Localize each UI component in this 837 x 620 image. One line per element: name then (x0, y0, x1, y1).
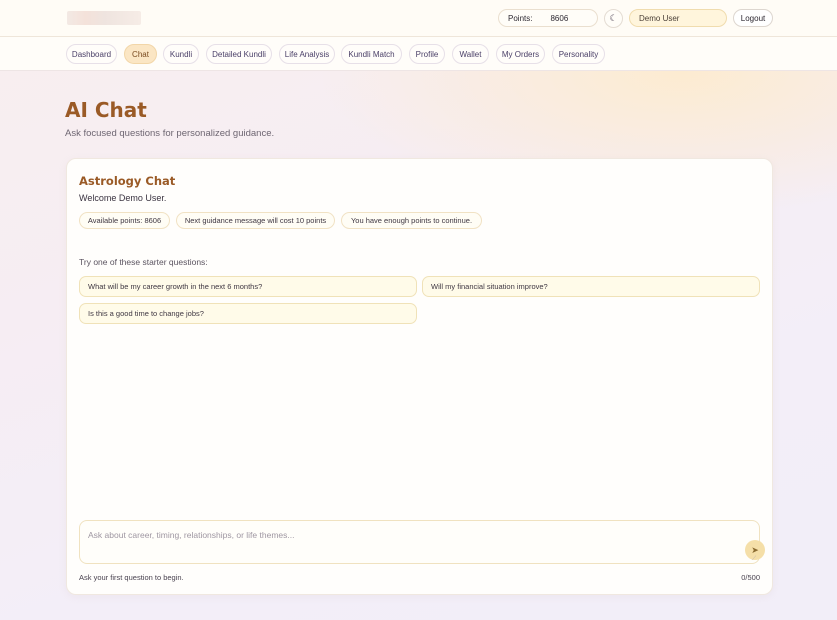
tab-personality[interactable]: Personality (552, 44, 605, 64)
chat-card: Astrology Chat Welcome Demo User. Availa… (66, 158, 773, 595)
page-subtitle: Ask focused questions for personalized g… (65, 128, 275, 139)
tab-kundli[interactable]: Kundli (163, 44, 199, 64)
tab-detailed-kundli[interactable]: Detailed Kundli (206, 44, 272, 64)
points-label: Points: (508, 13, 533, 23)
tab-my-orders[interactable]: My Orders (496, 44, 545, 64)
tab-kundli-match[interactable]: Kundli Match (341, 44, 402, 64)
starter-questions-label: Try one of these starter questions: (79, 257, 208, 267)
starter-question-button[interactable]: Will my financial situation improve? (422, 276, 760, 297)
points-value: 8606 (550, 13, 569, 23)
available-points-badge: Available points: 8606 (79, 212, 170, 229)
character-counter: 0/500 (741, 573, 760, 582)
points-badge: Points: 8606 (498, 9, 598, 27)
tab-chat[interactable]: Chat (124, 44, 157, 64)
points-status-badge: You have enough points to continue. (341, 212, 482, 229)
theme-toggle-button[interactable]: ☾ (604, 9, 623, 28)
top-bar: Points: 8606 ☾ Demo User Logout (0, 0, 837, 37)
chat-input-container: ➤ ⟋ (79, 520, 765, 564)
message-cost-badge: Next guidance message will cost 10 point… (176, 212, 335, 229)
chat-title: Astrology Chat (79, 174, 176, 188)
starter-question-button[interactable]: What will be my career growth in the nex… (79, 276, 417, 297)
tab-life-analysis[interactable]: Life Analysis (279, 44, 335, 64)
tab-wallet[interactable]: Wallet (452, 44, 489, 64)
chat-input[interactable] (80, 521, 759, 563)
tab-profile[interactable]: Profile (409, 44, 445, 64)
moon-icon: ☾ (609, 13, 618, 23)
user-menu-button[interactable]: Demo User (629, 9, 727, 27)
welcome-text: Welcome Demo User. (79, 193, 167, 203)
tab-dashboard[interactable]: Dashboard (66, 44, 117, 64)
send-icon: ➤ (751, 544, 759, 555)
starter-question-button[interactable]: Is this a good time to change jobs? (79, 303, 417, 324)
resize-handle[interactable]: ⟋ (752, 556, 758, 562)
page-title: AI Chat (65, 98, 147, 122)
brand-logo[interactable] (67, 11, 141, 25)
input-hint: Ask your first question to begin. (79, 573, 184, 582)
logout-button[interactable]: Logout (733, 9, 773, 27)
user-name: Demo User (639, 13, 680, 23)
main-nav: Dashboard Chat Kundli Detailed Kundli Li… (0, 37, 837, 71)
